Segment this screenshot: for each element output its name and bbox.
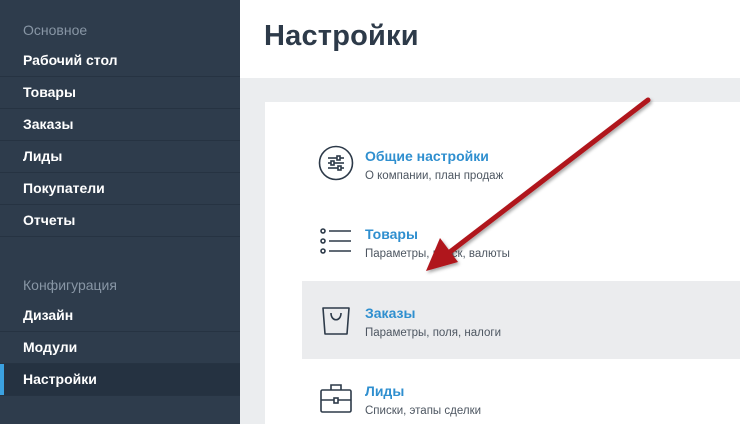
setting-leads-desc: Списки, этапы сделки xyxy=(365,405,482,417)
sliders-icon xyxy=(318,145,354,181)
sidebar-item-desktop[interactable]: Рабочий стол xyxy=(0,45,240,77)
sidebar-section-config: Конфигурация xyxy=(23,277,117,293)
page-header: Настройки xyxy=(240,0,740,78)
setting-orders-title: Заказы xyxy=(365,305,416,321)
briefcase-icon xyxy=(320,384,352,413)
setting-products-title: Товары xyxy=(365,226,418,242)
sidebar-item-settings[interactable]: Настройки xyxy=(0,364,240,396)
sidebar-item-customers[interactable]: Покупатели xyxy=(0,173,240,205)
sidebar-section-main: Основное xyxy=(23,22,88,38)
setting-products[interactable]: Товары Параметры, поиск, валюты xyxy=(302,202,740,280)
setting-leads-title: Лиды xyxy=(365,383,405,399)
sidebar-item-reports[interactable]: Отчеты xyxy=(0,205,240,237)
setting-general-desc: О компании, план продаж xyxy=(365,170,504,182)
setting-orders-desc: Параметры, поля, налоги xyxy=(365,327,501,339)
shopping-bag-icon xyxy=(322,307,350,335)
setting-general[interactable]: Общие настройки О компании, план продаж xyxy=(302,124,740,202)
sidebar-item-products[interactable]: Товары xyxy=(0,77,240,109)
sidebar-item-design[interactable]: Дизайн xyxy=(0,300,240,332)
list-icon xyxy=(320,228,351,254)
setting-leads[interactable]: Лиды Списки, этапы сделки xyxy=(302,359,740,424)
settings-panel: Общие настройки О компании, план продаж … xyxy=(265,102,740,424)
page-title: Настройки xyxy=(264,20,419,52)
sidebar: Основное Рабочий стол Товары Заказы Лиды… xyxy=(0,0,240,424)
sidebar-item-leads[interactable]: Лиды xyxy=(0,141,240,173)
sidebar-item-modules[interactable]: Модули xyxy=(0,332,240,364)
setting-products-desc: Параметры, поиск, валюты xyxy=(365,248,510,260)
setting-orders[interactable]: Заказы Параметры, поля, налоги xyxy=(302,281,740,359)
sidebar-item-orders[interactable]: Заказы xyxy=(0,109,240,141)
setting-general-title: Общие настройки xyxy=(365,148,489,164)
